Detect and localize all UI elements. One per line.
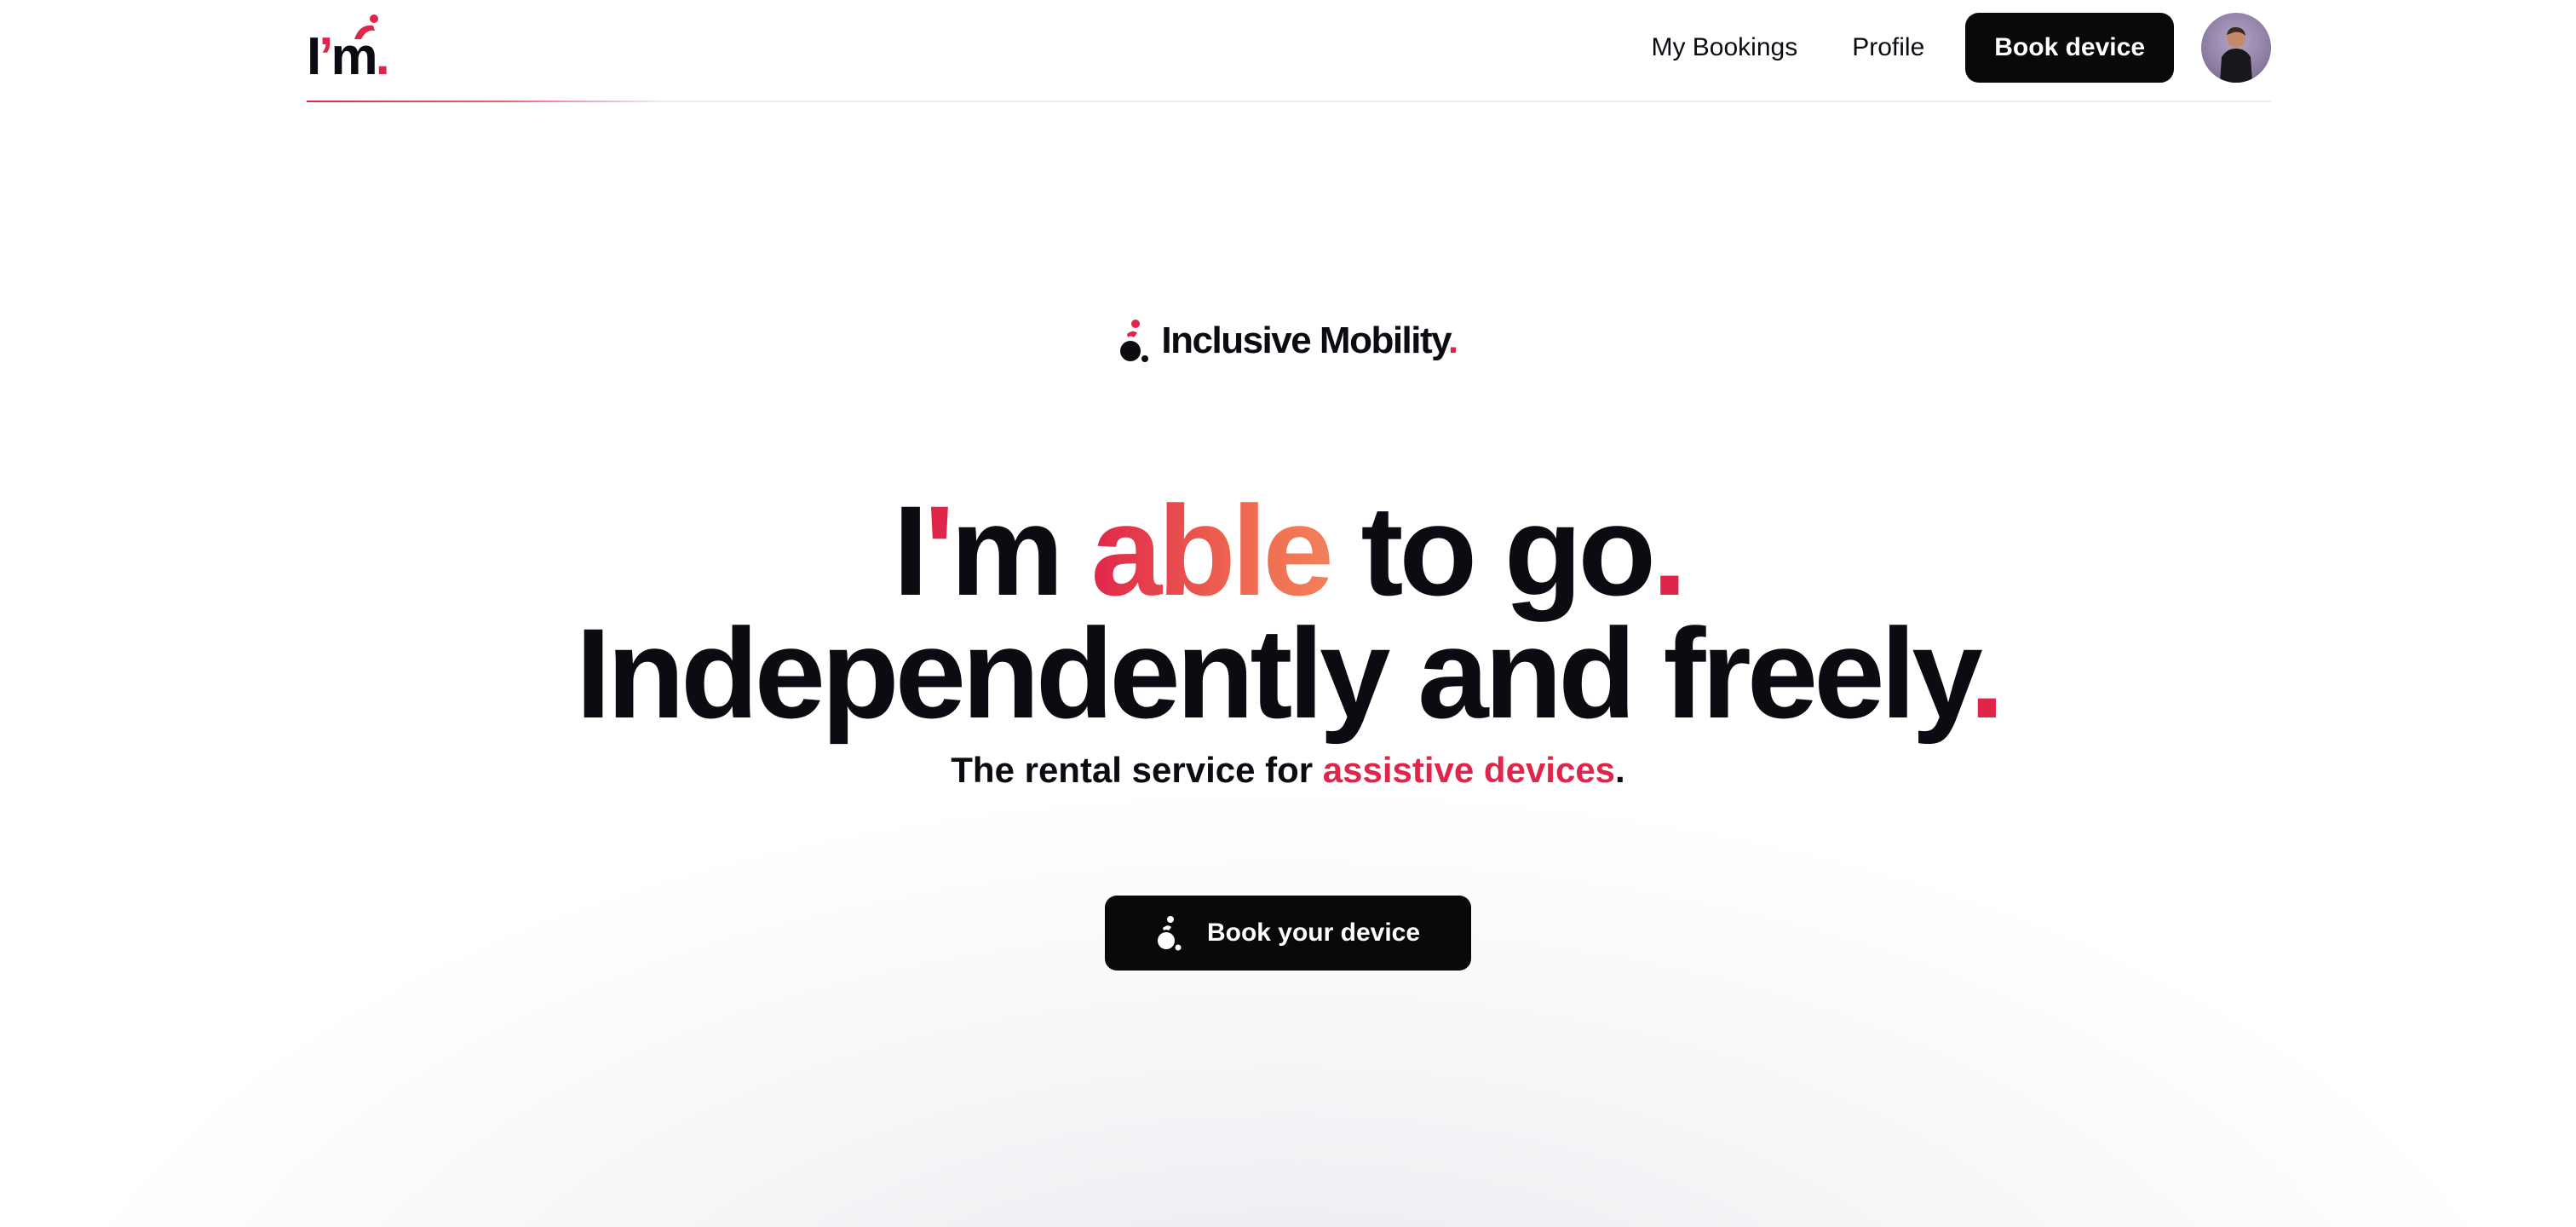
cta-label: Book your device: [1206, 919, 1421, 947]
tagline: The rental service for assistive devices…: [951, 750, 1625, 790]
book-device-button[interactable]: Book device: [1965, 13, 2174, 83]
headline-line-1: I'm able to go.: [893, 478, 1687, 622]
header-divider: [307, 101, 2271, 102]
headline-line-2: Independently and freely.: [575, 601, 2005, 745]
logo-figure-icon: [354, 14, 378, 39]
site-header: I’m. My Bookings Profile Book device: [307, 0, 2271, 102]
main-nav: My Bookings Profile Book device: [1651, 13, 2271, 83]
tagline-highlight: assistive devices: [1322, 750, 1616, 790]
brand-label: Inclusive Mobility.: [0, 319, 2576, 363]
nav-profile[interactable]: Profile: [1852, 33, 1924, 62]
nav-my-bookings[interactable]: My Bookings: [1651, 33, 1797, 62]
book-your-device-button[interactable]: Book your device: [1105, 896, 1471, 971]
user-avatar[interactable]: [2201, 13, 2271, 83]
wheelchair-user-icon: [1157, 916, 1182, 951]
brand-name: Inclusive Mobility.: [1161, 320, 1458, 361]
logo[interactable]: I’m.: [307, 14, 400, 87]
user-avatar-icon: [2220, 26, 2252, 83]
wheelchair-user-icon: [1120, 320, 1149, 362]
headline-highlight: able: [1090, 478, 1334, 622]
